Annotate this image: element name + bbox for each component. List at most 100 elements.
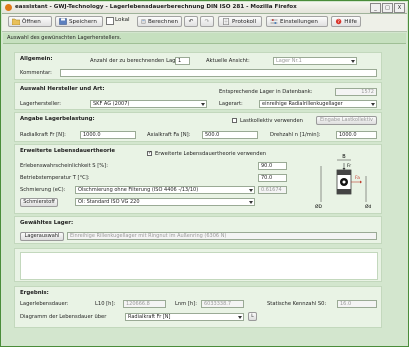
life-chart-button[interactable]: L (248, 312, 257, 321)
axial-force-input[interactable]: 500.0 (202, 131, 258, 139)
lubrication-select[interactable]: Ölschmierung ohne Filterung (ISO 4406 -/… (75, 186, 255, 194)
extended-heading: Erweiterte Lebensdauertheorie (20, 148, 116, 154)
selected-bearing-heading: Gewähltes Lager: (20, 220, 74, 226)
lubricant-button[interactable]: Schmierstoff (20, 198, 58, 207)
temperature-label: Betriebstemperatur T [°C]: (20, 175, 90, 181)
lubrication-label: Schmierung (eC): (20, 187, 66, 193)
window-title: eassistant - GWJ-Technology - Lagerleben… (15, 4, 297, 10)
maximize-button[interactable]: □ (382, 3, 393, 13)
panel-load: Angabe Lagerbelastung: Lastkollektiv ver… (14, 112, 382, 142)
speed-input[interactable]: 1000.0 (336, 131, 377, 139)
result-heading: Ergebnis: (20, 290, 49, 296)
panel-result: Ergebnis: Lagerlebensdauer: L10 [h]: 120… (14, 286, 382, 328)
width-label: B (342, 154, 346, 160)
local-checkbox[interactable] (106, 17, 114, 25)
settings-button[interactable]: Einstellungen (266, 16, 328, 27)
selected-bearing-field: Einreihige Rillenkugellager mit Ringnut … (67, 232, 377, 240)
help-label: Hilfe (344, 18, 357, 25)
bearing-ball-highlight (342, 180, 346, 184)
load-cycle-button[interactable]: Eingabe Lastkollektiv (316, 116, 377, 125)
l10-field: 120666.8 (123, 300, 166, 308)
help-icon: ? (335, 18, 342, 25)
panel-general: Allgemein: Anzahl der zu berechnenden La… (14, 52, 382, 80)
save-button[interactable]: Speichern (55, 16, 103, 27)
redo-button[interactable]: ↷ (200, 16, 214, 27)
lnm-label: Lnm [h]: (175, 301, 197, 307)
bearing-type-label: Lagerart: (219, 101, 243, 107)
document-icon (223, 18, 229, 25)
current-view-label: Aktuelle Ansicht: (206, 58, 250, 64)
manufacturer-label: Lagerhersteller: (20, 101, 61, 107)
radial-force-symbol: Fr (347, 163, 351, 169)
manufacturer-heading: Auswahl Hersteller und Art: (20, 86, 105, 92)
calculate-button[interactable]: Berechnen (137, 16, 182, 27)
comment-input[interactable] (60, 69, 377, 77)
temperature-input[interactable]: 70.0 (258, 174, 287, 182)
extended-theory-checkbox[interactable] (147, 150, 152, 156)
lubrication-factor-field: 0.61674 (258, 186, 287, 194)
close-button[interactable]: X (394, 3, 405, 13)
bearing-type-value: einreihige Radialrillenkugellager (262, 101, 343, 107)
lnm-field: 6033338.7 (201, 300, 244, 308)
protocol-button[interactable]: Protokoll (218, 16, 262, 27)
load-heading: Angabe Lagerbelastung: (20, 116, 95, 122)
db-count-field: 1572 (335, 88, 377, 96)
chevron-down-icon (371, 103, 375, 106)
axial-force-label: Axialkraft Fa [N]: (147, 132, 191, 138)
open-button[interactable]: Öffnen (8, 16, 52, 27)
life-chart-value: Radialkraft Fr [N] (128, 314, 171, 320)
undo-button[interactable]: ↶ (184, 16, 198, 27)
settings-icon (270, 19, 278, 24)
minimize-button[interactable]: _ (370, 3, 381, 13)
help-button[interactable]: ? Hilfe (331, 16, 361, 27)
comment-label: Kommentar: (20, 70, 52, 76)
speed-label: Drehzahl n [1/min]: (270, 132, 321, 138)
bearing-selection-button[interactable]: Lagerauswahl (20, 232, 64, 241)
window-controls: _ □ X (370, 3, 405, 13)
load-cycle-checkbox[interactable] (232, 118, 237, 123)
radial-force-input[interactable]: 1000.0 (80, 131, 136, 139)
bearing-type-select[interactable]: einreihige Radialrillenkugellager (259, 100, 377, 108)
undo-icon: ↶ (188, 18, 194, 25)
panel-manufacturer: Auswahl Hersteller und Art: Entsprechend… (14, 82, 382, 110)
window-frame: eassistant - GWJ-Technology - Lagerleben… (0, 0, 409, 347)
radial-force-label: Radialkraft Fr [N]: (20, 132, 66, 138)
message-box (20, 252, 378, 280)
current-view-value: Lager Nr.1 (276, 58, 302, 64)
bearing-life-label: Lagerlebensdauer: (20, 301, 69, 307)
settings-label: Einstellungen (280, 18, 318, 25)
calculator-icon (141, 19, 146, 24)
bearing-count-input[interactable]: 1 (175, 57, 190, 65)
bearing-diagram: B Fr Fa ØD Ød (315, 154, 372, 210)
panel-selected-bearing: Gewähltes Lager: Lagerauswahl Einreihige… (14, 216, 382, 244)
inner-diameter-label: Ød (365, 203, 372, 210)
extended-theory-label: Erweiterte Lebensdauertheorie verwenden (155, 151, 267, 157)
manufacturer-select[interactable]: SKF AG (2007) (90, 100, 207, 108)
protocol-label: Protokoll (232, 18, 257, 25)
lubricant-select[interactable]: Öl: Standard ISO VG 220 (75, 198, 255, 206)
folder-icon (12, 18, 20, 25)
bearing-count-label: Anzahl der zu berechnenden Lager: (90, 58, 183, 64)
db-count-label: Entsprechende Lager in Datenbank: (219, 89, 313, 95)
load-cycle-label: Lastkollektiv verwenden (240, 118, 303, 124)
life-chart-select[interactable]: Radialkraft Fr [N] (125, 313, 244, 321)
panel-extended: Erweiterte Lebensdauertheorie Erweiterte… (14, 144, 382, 214)
axial-arrow-head (360, 180, 362, 184)
probability-input[interactable]: 90.0 (258, 162, 287, 170)
probability-label: Erlebenswahrscheinlichkeit S [%]: (20, 163, 108, 169)
local-label: Lokal (115, 17, 130, 23)
open-label: Öffnen (22, 18, 41, 25)
current-view-select[interactable]: Lager Nr.1 (273, 57, 357, 65)
hint-banner: Auswahl des gewünschten Lagerherstellers… (3, 33, 406, 44)
static-factor-field: 16.0 (337, 300, 377, 308)
calculate-label: Berechnen (147, 18, 178, 25)
hint-text: Auswahl des gewünschten Lagerherstellers… (7, 35, 122, 41)
toolbar: Öffnen Speichern Lokal Berechnen ↶ ↷ Pro… (2, 14, 407, 32)
bearing-bottom-ring (337, 189, 351, 194)
firefox-icon (5, 4, 12, 11)
general-heading: Allgemein: (20, 56, 53, 62)
chevron-down-icon (201, 103, 205, 106)
title-bar: eassistant - GWJ-Technology - Lagerleben… (2, 2, 407, 14)
static-factor-label: Statische Kennzahl S0: (267, 301, 327, 307)
message-area (14, 248, 382, 282)
